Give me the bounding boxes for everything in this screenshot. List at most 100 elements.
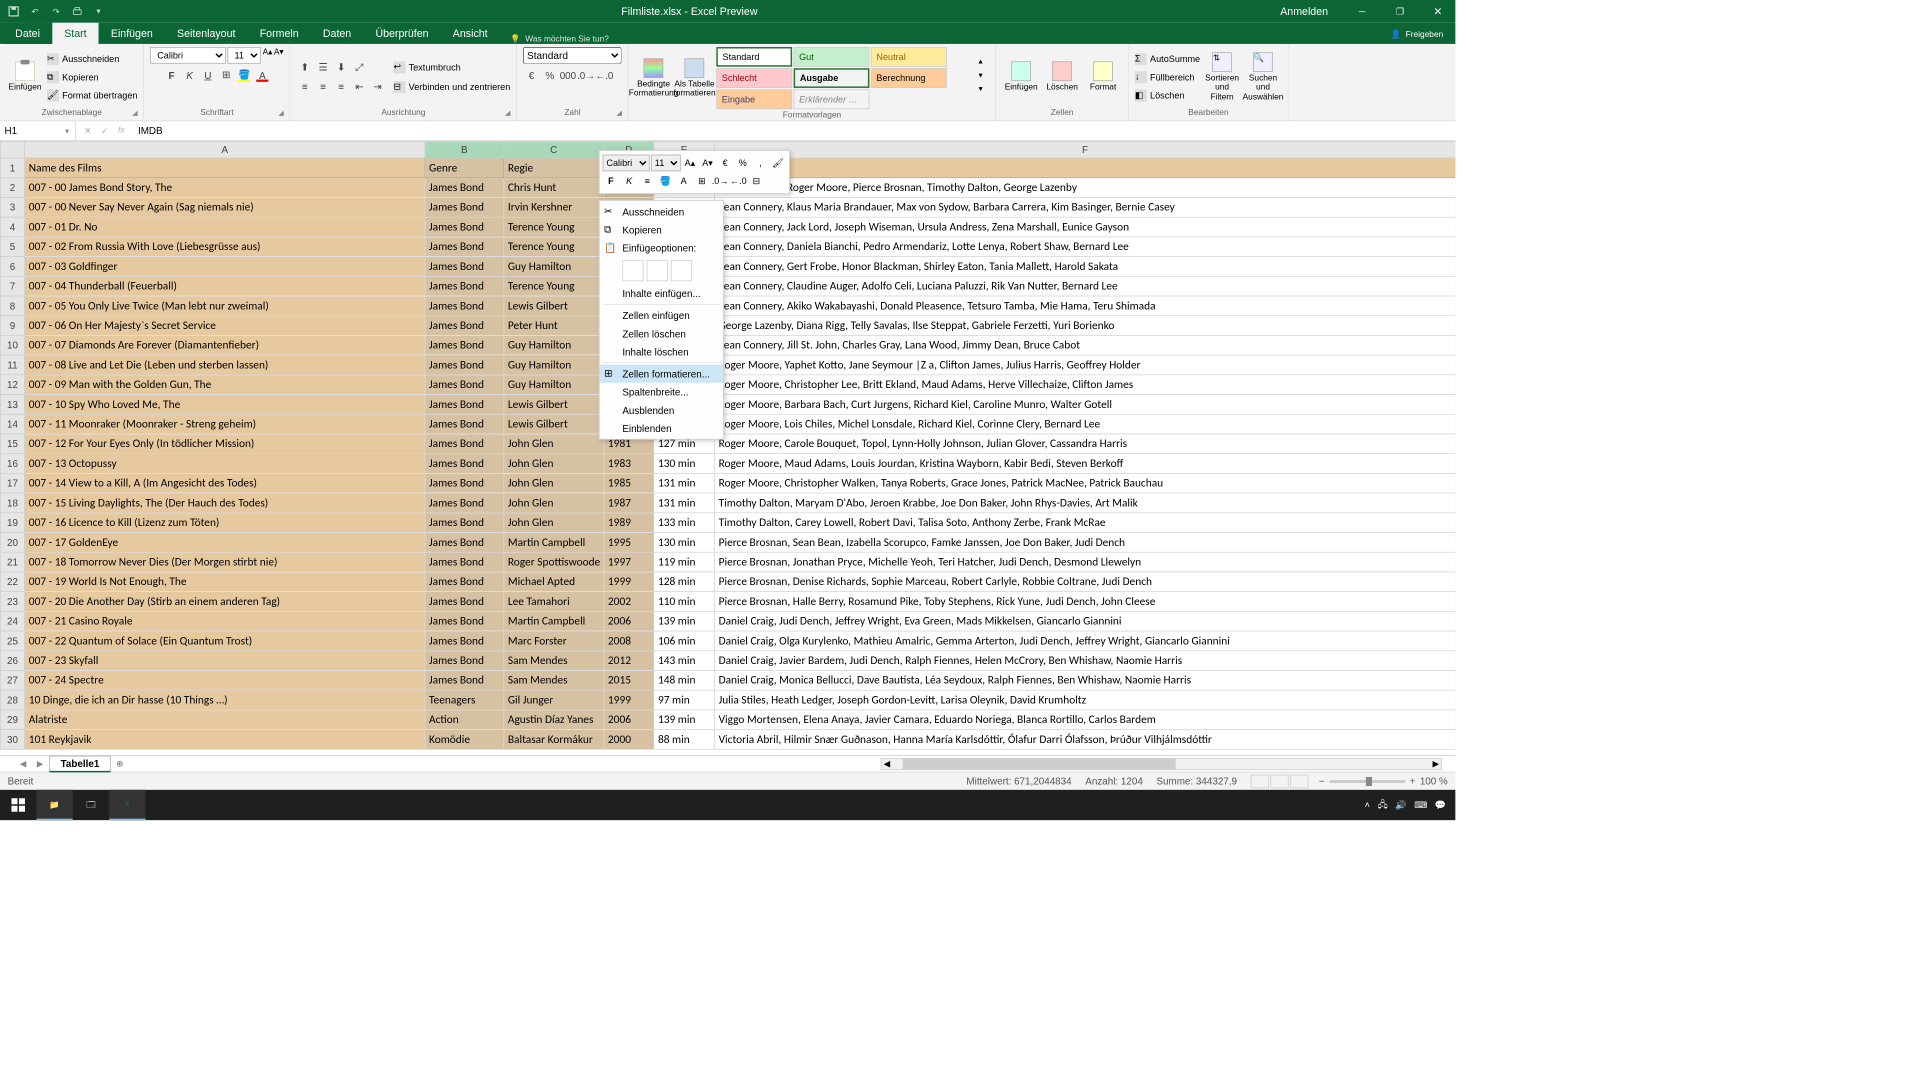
cell[interactable]: 2015 bbox=[604, 670, 654, 690]
add-sheet-button[interactable]: ⊕ bbox=[112, 759, 127, 769]
cell[interactable]: Komödie bbox=[425, 730, 504, 750]
cell[interactable]: Guy Hamilton bbox=[504, 375, 604, 395]
cell[interactable]: Sean Connery, Roger Moore, Pierce Brosna… bbox=[714, 178, 1455, 198]
row-header[interactable]: 16 bbox=[0, 454, 24, 474]
orientation-icon[interactable]: ⤢ bbox=[351, 59, 368, 76]
ctx-clear-contents[interactable]: Inhalte löschen bbox=[600, 343, 724, 361]
cell[interactable]: 139 min bbox=[654, 611, 715, 631]
mini-merge-icon[interactable]: ⊟ bbox=[748, 173, 765, 190]
cell[interactable]: James Bond bbox=[425, 651, 504, 671]
thousands-icon[interactable]: 000 bbox=[560, 67, 577, 84]
mini-align-icon[interactable]: ≡ bbox=[639, 173, 656, 190]
cell[interactable]: James Bond bbox=[425, 631, 504, 651]
cell[interactable]: Action bbox=[425, 710, 504, 730]
tray-up-icon[interactable]: ˄ bbox=[1365, 800, 1370, 811]
decrease-indent-icon[interactable]: ⇤ bbox=[351, 78, 368, 95]
cell[interactable]: Gil Junger bbox=[504, 690, 604, 710]
ctx-unhide[interactable]: Einblenden bbox=[600, 419, 724, 437]
tab-view[interactable]: Ansicht bbox=[441, 23, 500, 44]
enter-formula-icon[interactable]: ✓ bbox=[97, 126, 112, 136]
cell[interactable]: 007 - 00 Never Say Never Again (Sag niem… bbox=[25, 197, 425, 217]
formula-input[interactable]: IMDB bbox=[133, 125, 1455, 136]
ctx-insert-cells[interactable]: Zellen einfügen bbox=[600, 306, 724, 324]
cell[interactable]: James Bond bbox=[425, 296, 504, 316]
tab-data[interactable]: Daten bbox=[311, 23, 364, 44]
cell[interactable]: 007 - 13 Octopussy bbox=[25, 454, 425, 474]
cell[interactable]: 007 - 01 Dr. No bbox=[25, 217, 425, 237]
cell[interactable]: Victoria Abril, Hilmir Snær Guðnason, Ha… bbox=[714, 730, 1455, 750]
ctx-copy[interactable]: ⧉Kopieren bbox=[600, 221, 724, 239]
align-top-icon[interactable]: ⬆ bbox=[296, 59, 313, 76]
row-header[interactable]: 24 bbox=[0, 611, 24, 631]
cell[interactable]: Guy Hamilton bbox=[504, 257, 604, 277]
copy-button[interactable]: ⧉Kopieren bbox=[47, 69, 137, 86]
styles-down-icon[interactable]: ▼ bbox=[977, 71, 989, 85]
paste-option-formulas[interactable] bbox=[671, 260, 692, 281]
cell[interactable]: 007 - 10 Spy Who Loved Me, The bbox=[25, 395, 425, 415]
cell[interactable]: James Bond bbox=[425, 375, 504, 395]
redo-icon[interactable]: ↷ bbox=[49, 4, 64, 19]
cell[interactable]: Lewis Gilbert bbox=[504, 414, 604, 434]
cell-styles-gallery[interactable]: Standard Gut Neutral Schlecht Ausgabe Be… bbox=[716, 47, 974, 109]
cell[interactable]: Roger Moore, Yaphet Kotto, Jane Seymour … bbox=[714, 355, 1455, 375]
cell[interactable]: 1995 bbox=[604, 532, 654, 552]
style-gut[interactable]: Gut bbox=[794, 47, 870, 67]
increase-font-icon[interactable]: A▴ bbox=[263, 47, 273, 64]
cell[interactable]: Roger Spottiswoode bbox=[504, 552, 604, 572]
align-left-icon[interactable]: ≡ bbox=[296, 78, 313, 95]
mini-dec-decimal-icon[interactable]: ←.0 bbox=[730, 173, 747, 190]
cell[interactable]: Roger Moore, Christopher Walken, Tanya R… bbox=[714, 473, 1455, 493]
cell[interactable]: 131 min bbox=[654, 493, 715, 513]
cell[interactable]: 2012 bbox=[604, 651, 654, 671]
cell[interactable]: Name des Films bbox=[25, 158, 425, 178]
cell[interactable]: Sean Connery, Jack Lord, Joseph Wiseman,… bbox=[714, 217, 1455, 237]
row-header[interactable]: 3 bbox=[0, 197, 24, 217]
row-header[interactable]: 29 bbox=[0, 710, 24, 730]
cell[interactable]: 2002 bbox=[604, 592, 654, 612]
row-header[interactable]: 30 bbox=[0, 730, 24, 750]
row-header[interactable]: 21 bbox=[0, 552, 24, 572]
ctx-delete-cells[interactable]: Zellen löschen bbox=[600, 324, 724, 342]
row-header[interactable]: 22 bbox=[0, 572, 24, 592]
cell[interactable]: Viggo Mortensen, Elena Anaya, Javier Cam… bbox=[714, 710, 1455, 730]
cell[interactable]: James Bond bbox=[425, 572, 504, 592]
view-normal-icon[interactable] bbox=[1251, 774, 1269, 788]
style-schlecht[interactable]: Schlecht bbox=[716, 68, 792, 88]
font-size-select[interactable]: 11 bbox=[228, 47, 261, 64]
cancel-formula-icon[interactable]: ✕ bbox=[80, 126, 95, 136]
cell[interactable]: Daniel Craig, Monica Bellucci, Dave Baut… bbox=[714, 670, 1455, 690]
cell[interactable]: 139 min bbox=[654, 710, 715, 730]
minimize-button[interactable]: ─ bbox=[1345, 0, 1380, 23]
row-header[interactable]: 15 bbox=[0, 434, 24, 454]
cell[interactable]: James Bond bbox=[425, 670, 504, 690]
increase-decimal-icon[interactable]: .0→ bbox=[578, 67, 595, 84]
cell[interactable]: James Bond bbox=[425, 178, 504, 198]
row-header[interactable]: 2 bbox=[0, 178, 24, 198]
style-standard[interactable]: Standard bbox=[716, 47, 792, 67]
zoom-out-button[interactable]: − bbox=[1319, 775, 1325, 786]
cell[interactable]: 1985 bbox=[604, 473, 654, 493]
cell[interactable]: Lewis Gilbert bbox=[504, 296, 604, 316]
tab-review[interactable]: Überprüfen bbox=[363, 23, 440, 44]
cell[interactable]: 133 min bbox=[654, 513, 715, 533]
cell[interactable]: George Lazenby, Diana Rigg, Telly Savala… bbox=[714, 316, 1455, 336]
row-header[interactable]: 28 bbox=[0, 690, 24, 710]
cell[interactable]: 110 min bbox=[654, 592, 715, 612]
cell[interactable]: 130 min bbox=[654, 532, 715, 552]
cell[interactable]: James Bond bbox=[425, 237, 504, 257]
col-header-A[interactable]: A bbox=[25, 141, 425, 158]
cell[interactable]: 88 min bbox=[654, 730, 715, 750]
cell[interactable]: Pierce Brosnan, Jonathan Pryce, Michelle… bbox=[714, 552, 1455, 572]
cell[interactable]: 148 min bbox=[654, 670, 715, 690]
cell[interactable]: Roger Moore, Carole Bouquet, Topol, Lynn… bbox=[714, 434, 1455, 454]
cell[interactable]: Julia Stiles, Heath Ledger, Joseph Gordo… bbox=[714, 690, 1455, 710]
maximize-button[interactable]: ❐ bbox=[1383, 0, 1418, 23]
cell[interactable]: Lewis Gilbert bbox=[504, 395, 604, 415]
cell[interactable]: 007 - 21 Casino Royale bbox=[25, 611, 425, 631]
bold-button[interactable]: F bbox=[163, 67, 180, 84]
cell[interactable]: Sean Connery, Claudine Auger, Adolfo Cel… bbox=[714, 276, 1455, 296]
tab-layout[interactable]: Seitenlayout bbox=[165, 23, 248, 44]
underline-button[interactable]: U bbox=[200, 67, 217, 84]
font-name-select[interactable]: Calibri bbox=[150, 47, 226, 64]
cell[interactable]: James Bond bbox=[425, 197, 504, 217]
